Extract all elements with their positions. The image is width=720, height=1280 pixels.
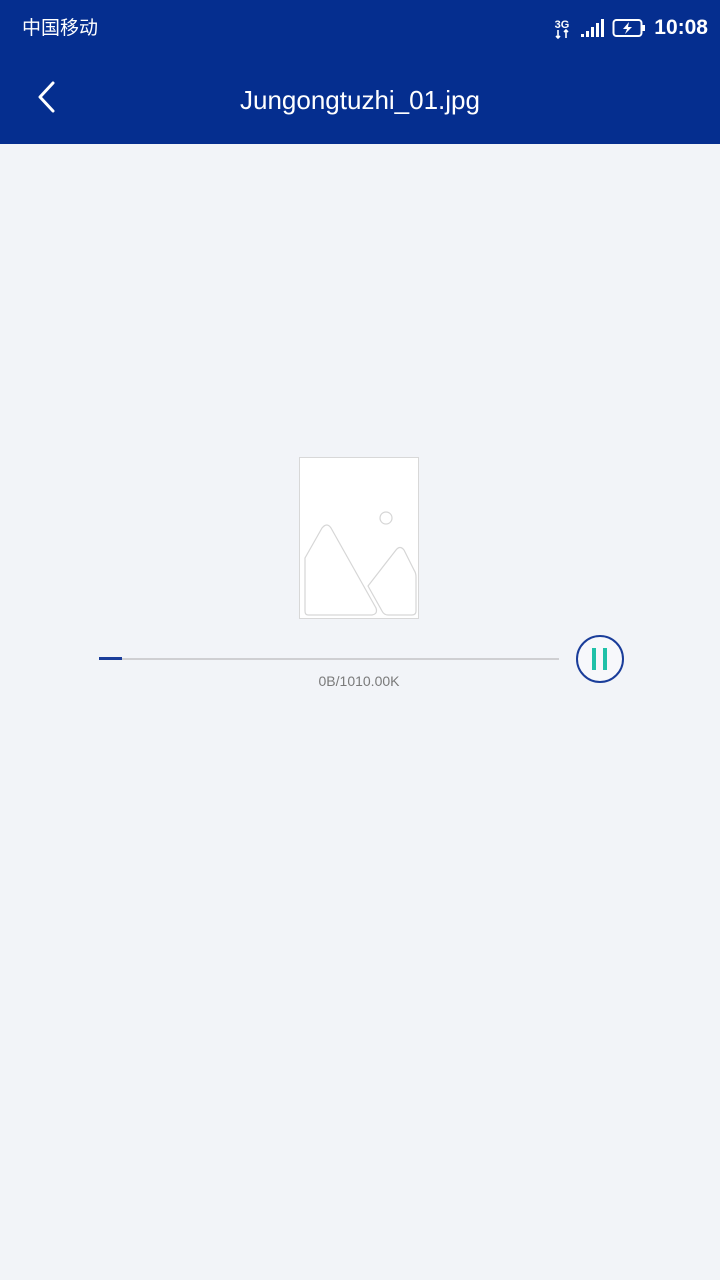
title-bar: Jungongtuzhi_01.jpg [0,56,720,144]
status-indicators: 3G 10:08 [552,12,708,44]
carrier-name: 中国移动 [22,17,99,39]
page-title: Jungongtuzhi_01.jpg [240,85,480,115]
image-placeholder [299,457,419,619]
download-view: 0B/1010.00K [0,144,720,1280]
pause-icon [592,648,607,670]
chevron-left-icon [38,81,55,113]
signal-icon [581,19,605,37]
battery-charging-icon [612,19,646,37]
status-bar: 中国移动 3G 10:08 [0,0,720,56]
image-placeholder-icon [304,511,417,616]
svg-text:3G: 3G [555,19,570,31]
download-progress-fill [99,657,122,660]
network-3g-icon: 3G [555,19,570,40]
download-size-text: 0B/1010.00K [318,673,400,689]
download-progress-bar [99,657,559,660]
back-button[interactable] [22,72,72,122]
clock: 10:08 [654,16,708,39]
